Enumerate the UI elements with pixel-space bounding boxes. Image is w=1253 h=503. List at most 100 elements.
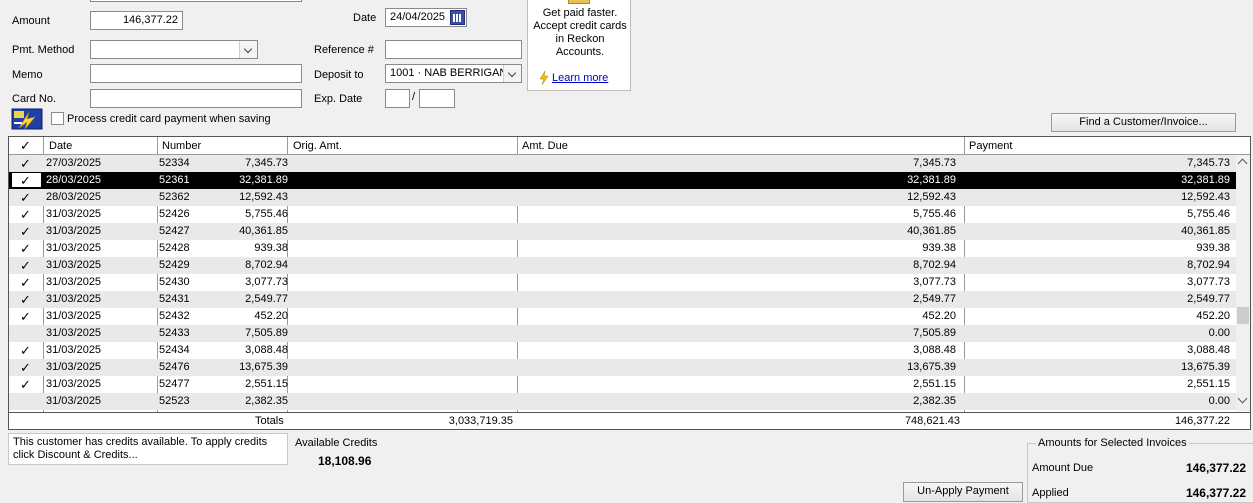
header-check[interactable]: ✓ bbox=[20, 138, 31, 154]
row-payment: 5,755.46 bbox=[1187, 208, 1230, 220]
customer-field-partial[interactable] bbox=[90, 0, 302, 2]
row-number: 52431 bbox=[159, 293, 190, 305]
table-row[interactable]: ✓ 28/03/2025 52362 12,592.43 12,592.43 12,592… bbox=[9, 189, 1236, 206]
row-check[interactable]: ✓ bbox=[20, 343, 31, 359]
row-check[interactable]: ✓ bbox=[20, 258, 31, 274]
row-check[interactable]: ✓ bbox=[20, 275, 31, 291]
row-payment: 8,702.94 bbox=[1187, 259, 1230, 271]
credits-message: This customer has credits available. To … bbox=[8, 433, 288, 465]
header-payment[interactable]: Payment bbox=[969, 140, 1012, 152]
row-amt-due: 7,505.89 bbox=[913, 327, 956, 339]
row-check[interactable]: ✓ bbox=[20, 292, 31, 308]
row-check[interactable]: ✓ bbox=[20, 224, 31, 240]
row-payment: 12,592.43 bbox=[1181, 191, 1230, 203]
date-value: 24/04/2025 bbox=[390, 11, 446, 23]
row-orig-amt: 452.20 bbox=[254, 310, 288, 322]
table-row[interactable]: ✓ 31/03/2025 52432 452.20 452.20 452.20 bbox=[9, 308, 1236, 325]
row-amt-due: 40,361.85 bbox=[907, 225, 956, 237]
cardno-input[interactable] bbox=[90, 89, 302, 108]
exp-year-input[interactable] bbox=[419, 89, 455, 108]
table-row[interactable]: ✓ 31/03/2025 52431 2,549.77 2,549.77 2,549.77 bbox=[9, 291, 1236, 308]
row-amt-due: 12,592.43 bbox=[907, 191, 956, 203]
table-scrollbar[interactable] bbox=[1236, 155, 1250, 411]
row-payment: 3,077.73 bbox=[1187, 276, 1230, 288]
row-orig-amt: 7,505.89 bbox=[245, 327, 288, 339]
row-check[interactable]: ✓ bbox=[20, 173, 31, 189]
summary-title: Amounts for Selected Invoices bbox=[1036, 437, 1189, 449]
calendar-icon[interactable] bbox=[450, 10, 465, 25]
row-payment: 40,361.85 bbox=[1181, 225, 1230, 237]
table-row[interactable]: ✓ 31/03/2025 52430 3,077.73 3,077.73 3,077.73 bbox=[9, 274, 1236, 291]
row-date: 31/03/2025 bbox=[46, 327, 102, 339]
memo-input[interactable] bbox=[90, 64, 302, 83]
row-date: 28/03/2025 bbox=[46, 191, 102, 203]
row-number: 52476 bbox=[159, 361, 190, 373]
deposit-select[interactable]: 1001 · NAB BERRIGAN bbox=[385, 64, 522, 83]
row-amt-due: 2,549.77 bbox=[913, 293, 956, 305]
table-row[interactable]: 31/03/2025 52433 7,505.89 7,505.89 0.00 bbox=[9, 325, 1236, 342]
exp-month-input[interactable] bbox=[385, 89, 410, 108]
reference-input[interactable] bbox=[385, 40, 522, 59]
row-number: 52477 bbox=[159, 378, 190, 390]
row-date: 31/03/2025 bbox=[46, 259, 102, 271]
cardno-label: Card No. bbox=[12, 93, 57, 105]
table-row[interactable]: ✓ 31/03/2025 52426 5,755.46 5,755.46 5,755.46 bbox=[9, 206, 1236, 223]
chevron-down-icon[interactable] bbox=[503, 65, 521, 82]
table-row[interactable]: ✓ 31/03/2025 52476 13,675.39 13,675.39 13,675… bbox=[9, 359, 1236, 376]
scroll-up-icon[interactable] bbox=[1237, 158, 1248, 169]
row-date: 31/03/2025 bbox=[46, 276, 102, 288]
row-number: 52433 bbox=[159, 327, 190, 339]
scroll-down-icon[interactable] bbox=[1237, 393, 1248, 404]
row-check[interactable]: ✓ bbox=[20, 309, 31, 325]
process-cc-label: Process credit card payment when saving bbox=[67, 113, 271, 125]
pmt-method-label: Pmt. Method bbox=[12, 44, 75, 56]
pmt-method-select[interactable] bbox=[90, 40, 258, 59]
row-amt-due: 452.20 bbox=[922, 310, 956, 322]
table-row[interactable]: ✓ 31/03/2025 52477 2,551.15 2,551.15 2,551.15 bbox=[9, 376, 1236, 393]
row-orig-amt: 3,088.48 bbox=[245, 344, 288, 356]
table-row[interactable]: ✓ 31/03/2025 52428 939.38 939.38 939.38 bbox=[9, 240, 1236, 257]
row-check[interactable]: ✓ bbox=[20, 241, 31, 257]
row-check[interactable]: ✓ bbox=[20, 156, 31, 172]
amount-label: Amount bbox=[12, 15, 50, 27]
row-payment: 3,088.48 bbox=[1187, 344, 1230, 356]
table-row[interactable]: ✓ 27/03/2025 52334 7,345.73 7,345.73 7,345.73 bbox=[9, 155, 1236, 172]
row-date: 31/03/2025 bbox=[46, 378, 102, 390]
row-payment: 7,345.73 bbox=[1187, 157, 1230, 169]
table-row[interactable]: ✓ 28/03/2025 52361 32,381.89 32,381.89 32,381… bbox=[9, 172, 1236, 189]
chevron-down-icon[interactable] bbox=[239, 41, 257, 58]
row-check[interactable]: ✓ bbox=[20, 360, 31, 376]
find-customer-invoice-button[interactable]: Find a Customer/Invoice... bbox=[1051, 113, 1236, 132]
row-date: 31/03/2025 bbox=[46, 395, 102, 407]
header-orig-amt[interactable]: Orig. Amt. bbox=[293, 140, 342, 152]
header-number[interactable]: Number bbox=[162, 140, 201, 152]
row-number: 52434 bbox=[159, 344, 190, 356]
unapply-payment-button[interactable]: Un-Apply Payment bbox=[903, 482, 1023, 502]
row-number: 52432 bbox=[159, 310, 190, 322]
totals-orig: 3,033,719.35 bbox=[448, 415, 513, 427]
table-header: ✓ Date Number Orig. Amt. Amt. Due Paymen… bbox=[9, 137, 1250, 155]
learn-more-link[interactable]: Learn more bbox=[552, 72, 608, 84]
row-amt-due: 8,702.94 bbox=[913, 259, 956, 271]
row-payment: 0.00 bbox=[1208, 395, 1230, 407]
scroll-thumb[interactable] bbox=[1237, 307, 1249, 324]
table-row[interactable]: ✓ 31/03/2025 52429 8,702.94 8,702.94 8,702.94 bbox=[9, 257, 1236, 274]
header-amt-due[interactable]: Amt. Due bbox=[522, 140, 568, 152]
amount-input[interactable]: 146,377.22 bbox=[90, 11, 183, 30]
date-input[interactable]: 24/04/2025 bbox=[385, 8, 467, 27]
table-row[interactable]: ✓ 31/03/2025 52434 3,088.48 3,088.48 3,088.48 bbox=[9, 342, 1236, 359]
memo-label: Memo bbox=[12, 69, 43, 81]
totals-payment: 146,377.22 bbox=[1174, 415, 1230, 427]
exp-separator: / bbox=[412, 91, 416, 103]
header-date[interactable]: Date bbox=[49, 140, 72, 152]
row-amt-due: 939.38 bbox=[922, 242, 956, 254]
table-row[interactable]: 31/03/2025 52523 2,382.35 2,382.35 0.00 bbox=[9, 393, 1236, 410]
table-row[interactable]: ✓ 31/03/2025 52427 40,361.85 40,361.85 40,361… bbox=[9, 223, 1236, 240]
row-orig-amt: 2,382.35 bbox=[245, 395, 288, 407]
row-check[interactable]: ✓ bbox=[20, 377, 31, 393]
row-number: 52429 bbox=[159, 259, 190, 271]
process-cc-checkbox[interactable] bbox=[51, 112, 64, 125]
row-check[interactable]: ✓ bbox=[20, 207, 31, 223]
row-date: 31/03/2025 bbox=[46, 242, 102, 254]
row-check[interactable]: ✓ bbox=[20, 190, 31, 206]
